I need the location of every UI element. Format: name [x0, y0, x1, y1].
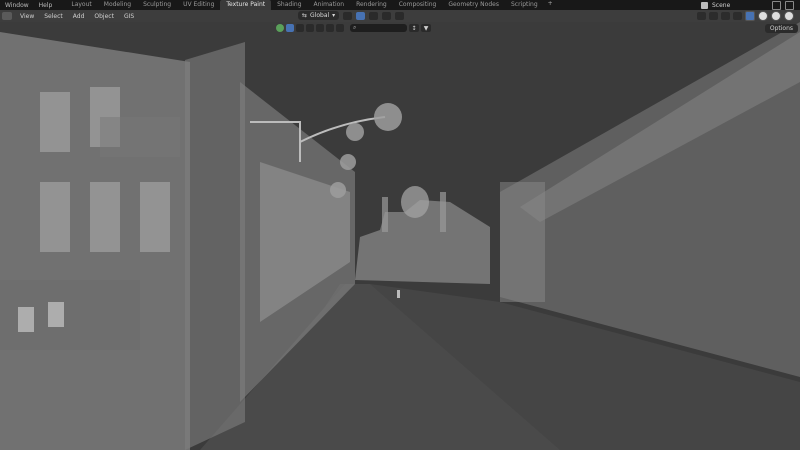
menu-add[interactable]: Add: [68, 13, 90, 20]
tab-scripting[interactable]: Scripting: [505, 0, 544, 10]
search-icon: ⌕: [353, 24, 357, 31]
top-bar: Window Help Layout Modeling Sculpting UV…: [0, 0, 800, 10]
solid-shading-icon[interactable]: [758, 11, 768, 21]
tab-layout[interactable]: Layout: [65, 0, 97, 10]
delete-scene-icon[interactable]: [785, 0, 794, 10]
light-filter-icon[interactable]: [316, 24, 324, 32]
pivot-icon[interactable]: [343, 11, 353, 20]
falloff-icon[interactable]: [395, 11, 405, 20]
orientation-label: Global: [310, 12, 330, 19]
options-dropdown[interactable]: Options: [764, 24, 798, 33]
chevron-down-icon: ▾: [332, 12, 336, 19]
tab-rendering[interactable]: Rendering: [350, 0, 393, 10]
viewport-shading: [697, 11, 794, 21]
menu-window[interactable]: Window: [0, 2, 34, 9]
tab-texture-paint[interactable]: Texture Paint: [220, 0, 272, 10]
menu-gis[interactable]: GIS: [119, 13, 139, 20]
tab-geometry-nodes[interactable]: Geometry Nodes: [442, 0, 505, 10]
menu-select[interactable]: Select: [39, 13, 68, 20]
object-type-icon[interactable]: [286, 24, 294, 32]
filter-icon[interactable]: ▼: [421, 24, 431, 32]
tab-sculpting[interactable]: Sculpting: [137, 0, 177, 10]
editor-type-icon[interactable]: [2, 12, 12, 20]
viewport-subheader: ⌕ ↕ ▼ Options: [0, 23, 800, 35]
menu-object[interactable]: Object: [89, 13, 119, 20]
material-shading-icon[interactable]: [771, 11, 781, 21]
mesh-filter-icon[interactable]: [296, 24, 304, 32]
tab-animation[interactable]: Animation: [308, 0, 351, 10]
viewport-scene[interactable]: [0, 22, 800, 450]
orientation-dropdown[interactable]: ⇆ Global ▾: [298, 11, 340, 20]
search-input[interactable]: ⌕: [350, 24, 407, 32]
curve-filter-icon[interactable]: [326, 24, 334, 32]
rendered-shading-icon[interactable]: [784, 11, 794, 21]
scene-selector: Scene: [701, 0, 800, 10]
tab-modeling[interactable]: Modeling: [98, 0, 137, 10]
empty-filter-icon[interactable]: [336, 24, 344, 32]
tab-uv-editing[interactable]: UV Editing: [177, 0, 220, 10]
overlay-icon[interactable]: [721, 12, 730, 20]
selectability-toggles: ⌕ ↕ ▼: [276, 24, 431, 32]
menu-help[interactable]: Help: [34, 2, 58, 9]
wireframe-shading-icon[interactable]: [745, 11, 755, 21]
sort-icon[interactable]: ↕: [409, 24, 419, 32]
xray-icon[interactable]: [733, 12, 742, 20]
select-mode-icon[interactable]: [276, 24, 284, 32]
transform-tools: ⇆ Global ▾: [298, 11, 405, 20]
tab-shading[interactable]: Shading: [271, 0, 307, 10]
3d-viewport[interactable]: [0, 22, 800, 450]
gizmo-icon[interactable]: [709, 12, 718, 20]
tab-compositing[interactable]: Compositing: [393, 0, 443, 10]
visibility-icon[interactable]: [697, 12, 706, 20]
proportional-edit-icon[interactable]: [382, 11, 392, 20]
workspace-tabs: Layout Modeling Sculpting UV Editing Tex…: [65, 0, 556, 10]
scene-icon[interactable]: [701, 1, 708, 9]
viewport-header: View Select Add Object GIS ⇆ Global ▾: [0, 10, 800, 22]
camera-filter-icon[interactable]: [306, 24, 314, 32]
orientation-icon: ⇆: [302, 12, 308, 19]
menu-view[interactable]: View: [15, 13, 39, 20]
new-scene-icon[interactable]: [772, 0, 781, 10]
add-workspace-button[interactable]: +: [544, 0, 557, 10]
snap-icon[interactable]: [356, 11, 366, 20]
scene-name[interactable]: Scene: [712, 2, 768, 9]
snap-target-icon[interactable]: [369, 11, 379, 20]
